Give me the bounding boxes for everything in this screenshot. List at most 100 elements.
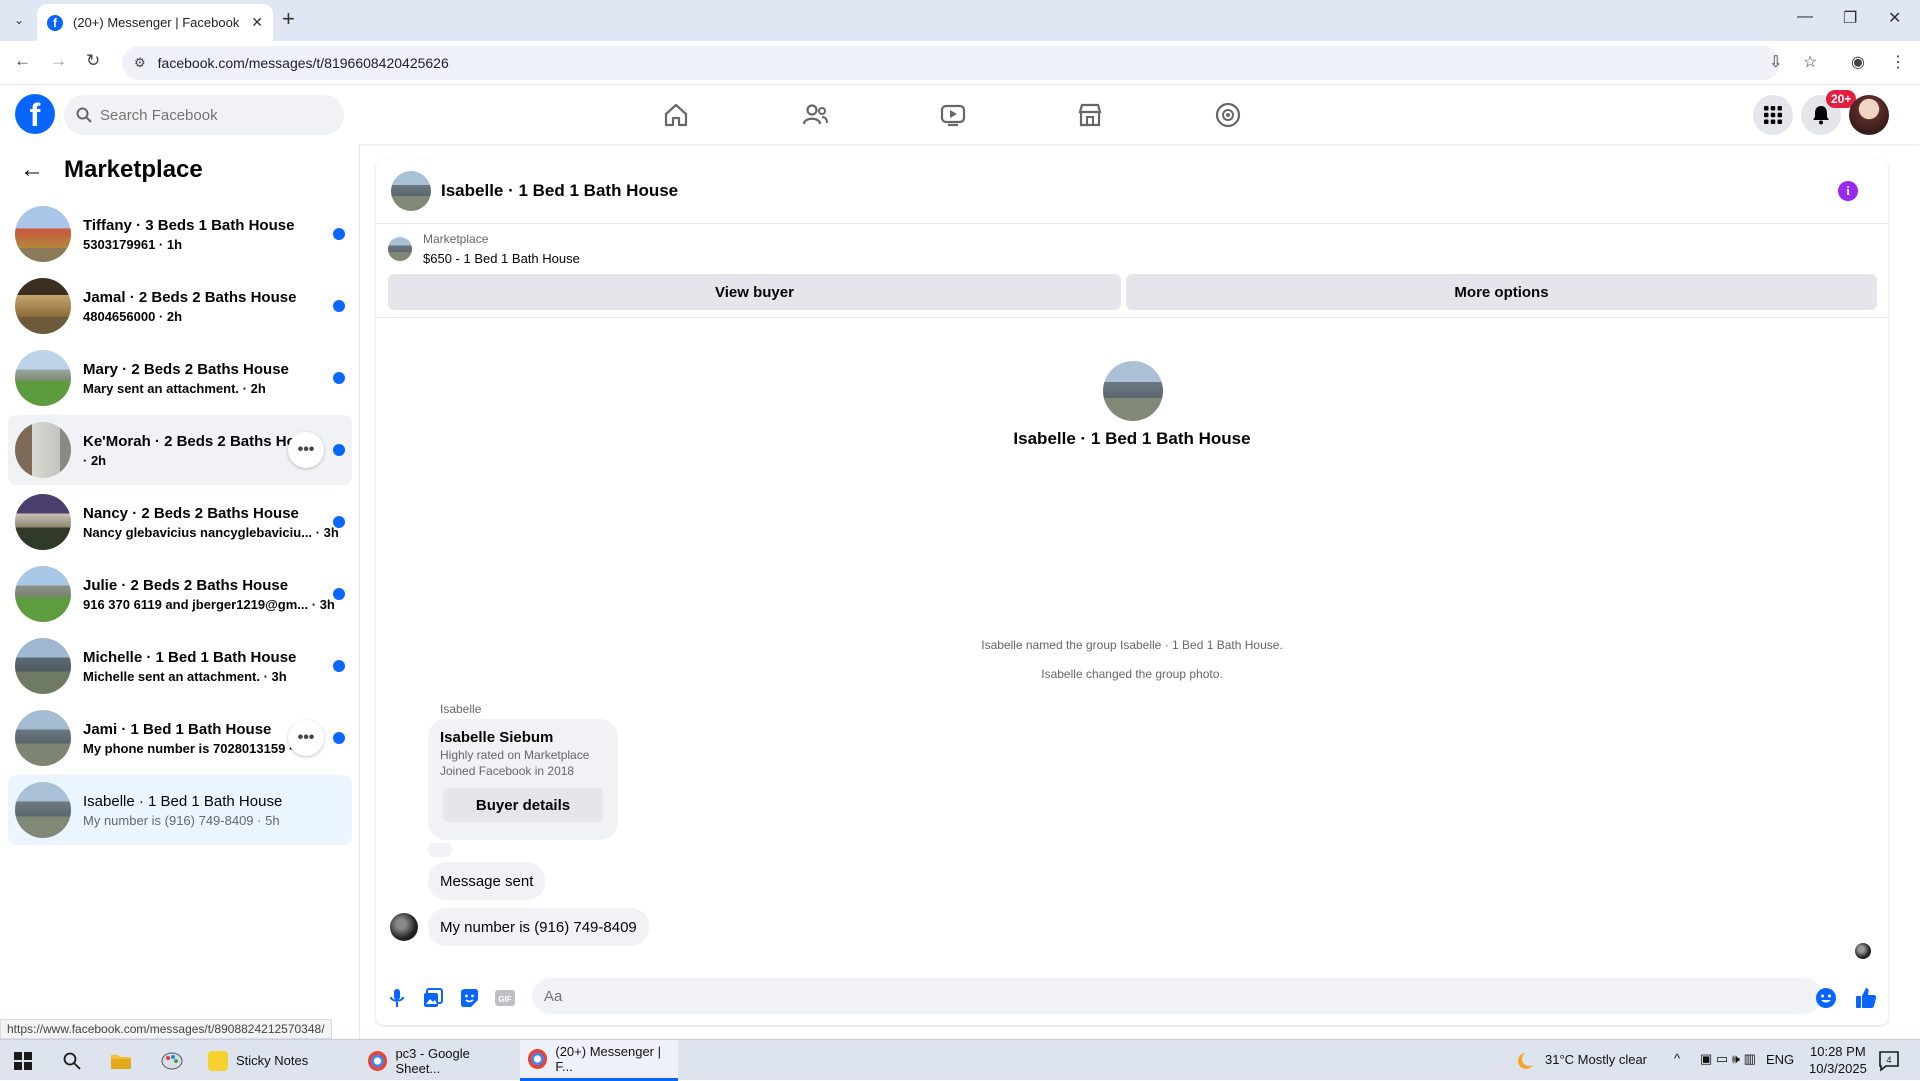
tab-search-icon[interactable]: ⌄ xyxy=(6,8,32,32)
restore-icon[interactable]: ❐ xyxy=(1843,8,1857,28)
browser-menu-icon[interactable]: ⋮ xyxy=(1890,52,1906,72)
gif-icon[interactable]: GIF xyxy=(494,987,516,1009)
unread-dot xyxy=(333,516,345,528)
file-explorer-icon[interactable] xyxy=(108,1048,134,1074)
more-options-button[interactable]: More options xyxy=(1126,274,1877,310)
message-bubble[interactable]: My number is (916) 749-8409 xyxy=(428,908,649,946)
conversation-item-selected[interactable]: Isabelle · 1 Bed 1 Bath House My number i… xyxy=(8,775,352,845)
taskbar-app-google-sheets[interactable]: pc3 - Google Sheet... xyxy=(360,1040,515,1081)
conversation-preview: 4804656000 · 2h xyxy=(83,308,183,324)
back-arrow-icon[interactable]: ← xyxy=(20,156,44,184)
browser-tab-messenger[interactable]: f (20+) Messenger | Facebook ✕ xyxy=(37,4,273,41)
windows-start-icon[interactable] xyxy=(10,1048,36,1074)
svg-text:4: 4 xyxy=(1886,1055,1891,1065)
buyer-joined: Joined Facebook in 2018 xyxy=(440,764,575,778)
taskbar-app-messenger[interactable]: (20+) Messenger | F... xyxy=(520,1040,678,1081)
buyer-profile-card: Isabelle Siebum Highly rated on Marketpl… xyxy=(428,719,618,840)
buyer-details-button[interactable]: Buyer details xyxy=(443,788,603,822)
conversation-item[interactable]: Jami · 1 Bed 1 Bath House My phone number… xyxy=(8,703,352,773)
conversation-item[interactable]: Mary · 2 Beds 2 Baths House Mary sent an … xyxy=(8,343,352,413)
new-tab-icon[interactable]: + xyxy=(282,6,295,32)
chrome-icon xyxy=(368,1050,388,1071)
paint-app-icon[interactable] xyxy=(159,1048,185,1074)
conversation-item[interactable]: Jamal · 2 Beds 2 Baths House 4804656000 ·… xyxy=(8,271,352,341)
tab-close-icon[interactable]: ✕ xyxy=(251,14,263,31)
account-avatar[interactable] xyxy=(1849,95,1889,135)
like-thumb-icon[interactable] xyxy=(1855,987,1877,1009)
conversation-name: Julie · 2 Beds 2 Baths House xyxy=(83,576,289,594)
address-bar[interactable]: ⚙ facebook.com/messages/t/81966084204256… xyxy=(122,46,1780,80)
facebook-logo-icon[interactable]: f xyxy=(15,94,55,134)
search-input[interactable] xyxy=(100,106,300,124)
chat-avatar[interactable] xyxy=(391,171,431,211)
site-info-icon[interactable]: ⚙ xyxy=(134,55,146,71)
reload-icon[interactable]: ↻ xyxy=(86,51,100,71)
watch-nav-icon[interactable] xyxy=(923,93,983,137)
group-name: Isabelle · 1 Bed 1 Bath House xyxy=(1013,429,1251,448)
conversation-item[interactable]: Julie · 2 Beds 2 Baths House 916 370 6119… xyxy=(8,559,352,629)
emoji-icon[interactable] xyxy=(1815,987,1837,1009)
friends-nav-icon[interactable] xyxy=(785,93,845,137)
message-input[interactable] xyxy=(544,987,1744,1005)
conversation-more-icon[interactable]: ••• xyxy=(288,432,324,468)
conversation-preview: Mary sent an attachment. · 2h xyxy=(83,380,266,396)
marketplace-nav-icon[interactable] xyxy=(1060,93,1120,137)
microphone-icon[interactable] xyxy=(386,987,408,1009)
window-close-icon[interactable]: ✕ xyxy=(1888,8,1901,28)
message-bubble[interactable]: Message sent xyxy=(428,862,546,900)
listing-avatar xyxy=(15,494,71,550)
tray-icons[interactable]: ▣ ▭ 🕪 ▥ xyxy=(1700,1051,1756,1067)
conversation-name: Tiffany · 3 Beds 1 Bath House xyxy=(83,216,295,234)
clock-time[interactable]: 10:28 PM xyxy=(1810,1044,1866,1059)
buyer-name: Isabelle Siebum xyxy=(440,729,554,746)
unread-dot xyxy=(333,372,345,384)
taskbar-app-sticky-notes[interactable]: Sticky Notes xyxy=(200,1040,355,1081)
profile-icon[interactable]: ◉ xyxy=(1851,52,1865,72)
listing-thumbnail[interactable] xyxy=(388,237,412,261)
buyer-rating: Highly rated on Marketplace xyxy=(440,748,590,762)
conversation-more-icon[interactable]: ••• xyxy=(288,720,324,756)
menu-grid-icon[interactable] xyxy=(1753,95,1793,135)
chrome-icon xyxy=(528,1049,548,1069)
view-buyer-button[interactable]: View buyer xyxy=(388,274,1121,310)
conversation-name: Isabelle · 1 Bed 1 Bath House xyxy=(83,792,283,810)
browser-titlebar: ⌄ f (20+) Messenger | Facebook ✕ + — ❐ ✕ xyxy=(0,0,1920,41)
listing-title[interactable]: $650 - 1 Bed 1 Bath House xyxy=(423,251,580,266)
language-indicator[interactable]: ENG xyxy=(1766,1052,1794,1067)
search-box[interactable] xyxy=(64,95,344,135)
message-input-box[interactable] xyxy=(532,978,1822,1014)
clock-date[interactable]: 10/3/2025 xyxy=(1809,1061,1867,1076)
taskbar-app-label: pc3 - Google Sheet... xyxy=(395,1045,470,1076)
info-icon[interactable]: i xyxy=(1838,181,1858,201)
tray-chevron-icon[interactable]: ^ xyxy=(1674,1051,1680,1066)
weather-icon[interactable] xyxy=(1513,1048,1539,1074)
conversation-name: Jamal · 2 Beds 2 Baths House xyxy=(83,288,297,306)
conversation-item[interactable]: Ke'Morah · 2 Beds 2 Baths House · 2h ••• xyxy=(8,415,352,485)
gaming-nav-icon[interactable] xyxy=(1198,93,1258,137)
taskbar-search-icon[interactable] xyxy=(59,1048,85,1074)
chat-title[interactable]: Isabelle · 1 Bed 1 Bath House xyxy=(441,181,678,201)
forward-arrow-icon[interactable]: → xyxy=(50,51,67,71)
back-arrow-icon[interactable]: ← xyxy=(14,51,31,71)
conversation-item[interactable]: Nancy · 2 Beds 2 Baths House Nancy glebav… xyxy=(8,487,352,557)
sticker-icon[interactable] xyxy=(458,987,480,1009)
conversation-item[interactable]: Tiffany · 3 Beds 1 Bath House 5303179961 … xyxy=(8,199,352,269)
unread-dot xyxy=(333,300,345,312)
sender-avatar[interactable] xyxy=(390,913,418,941)
url-text: facebook.com/messages/t/8196608420425626 xyxy=(157,55,449,71)
svg-text:GIF: GIF xyxy=(498,995,511,1004)
minimize-icon[interactable]: — xyxy=(1797,8,1813,26)
empty-bubble xyxy=(428,843,452,857)
conversation-name: Michelle · 1 Bed 1 Bath House xyxy=(83,648,297,666)
windows-taskbar: Sticky Notes pc3 - Google Sheet... (20+)… xyxy=(0,1039,1920,1081)
notification-center-icon[interactable]: 4 xyxy=(1877,1048,1903,1074)
marketplace-label: Marketplace xyxy=(423,232,489,246)
marketplace-sidebar: ← Marketplace Tiffany · 3 Beds 1 Bath Ho… xyxy=(0,144,360,1039)
conversation-item[interactable]: Michelle · 1 Bed 1 Bath House Michelle se… xyxy=(8,631,352,701)
weather-text[interactable]: 31°C Mostly clear xyxy=(1545,1052,1647,1067)
photo-icon[interactable] xyxy=(422,987,444,1009)
install-app-icon[interactable]: ⇩ xyxy=(1769,52,1782,72)
home-nav-icon[interactable] xyxy=(646,93,706,137)
bookmark-star-icon[interactable]: ☆ xyxy=(1803,52,1817,72)
group-photo xyxy=(1103,361,1163,421)
